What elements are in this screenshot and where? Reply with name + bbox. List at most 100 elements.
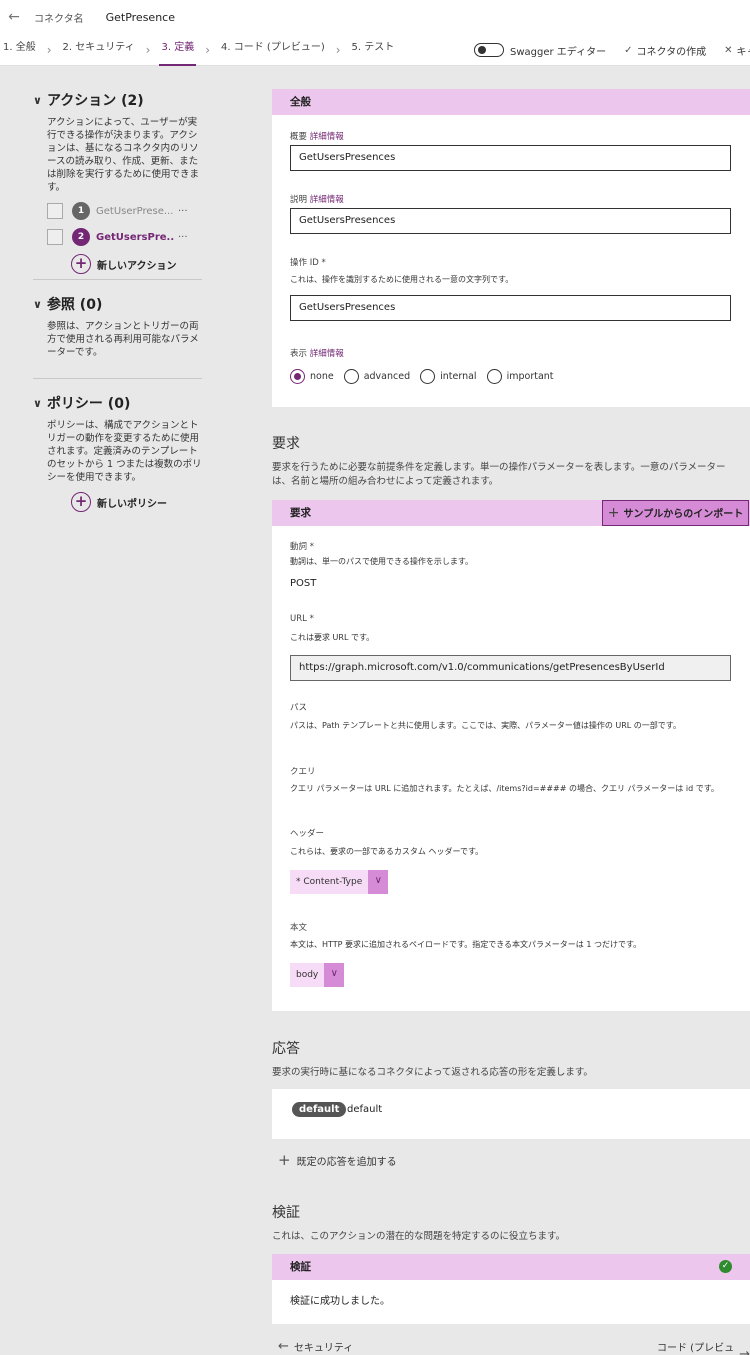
plus-circle-icon: + — [71, 254, 91, 274]
response-title: 応答 — [272, 1041, 300, 1057]
request-title: 要求 — [272, 436, 300, 452]
swagger-editor-label[interactable]: Swagger エディター — [510, 43, 606, 58]
toolbar: Swagger エディター ✓コネクタの作成 ✕キャンセル — [474, 34, 750, 66]
step-security[interactable]: 2. セキュリティ — [61, 34, 137, 66]
action-item-selected[interactable]: 2 GetUsersPre... ··· — [33, 228, 202, 246]
header-param-label: * Content-Type — [290, 870, 369, 894]
url-label: URL * — [290, 614, 314, 624]
general-header: 全般 — [272, 89, 750, 115]
policies-description: ポリシーは、構成でアクションとトリガーの動作を変更するために使用されます。定義済… — [47, 420, 202, 483]
visibility-none-radio[interactable]: none — [290, 369, 334, 384]
actions-description: アクションによって、ユーザーが実行できる操作が決まります。アクションは、基になる… — [47, 117, 200, 193]
body-help: 本文は、HTTP 要求に追加されるペイロードです。指定できる本文パラメーターは … — [290, 940, 642, 949]
visibility-advanced-radio[interactable]: advanced — [343, 369, 410, 384]
close-icon: ✕ — [724, 44, 733, 56]
create-connector-button[interactable]: ✓ コネクタの作成 — [624, 43, 706, 58]
action-label: GetUserPrese... — [96, 205, 174, 217]
cancel-label: キャンセル — [736, 46, 750, 58]
learn-more-link[interactable]: 詳細情報 — [310, 195, 344, 205]
references-title: 参照 (0) — [46, 297, 103, 313]
new-policy-button[interactable]: + 新しいポリシー — [33, 492, 202, 512]
default-response-text: default — [347, 1104, 383, 1115]
references-description: 参照は、アクションとトリガーの両方で使用される再利用可能なパラメーターです。 — [47, 321, 199, 358]
more-icon[interactable]: ··· — [178, 206, 188, 217]
chevron-down-icon: ∨ — [324, 963, 345, 987]
response-card: default default — [272, 1089, 750, 1139]
url-help: これは要求 URL です。 — [290, 633, 375, 642]
description-label: 説明 詳細情報 — [290, 195, 344, 205]
chevron-right-icon: › — [205, 43, 211, 57]
body-param-dropdown[interactable]: body ∨ — [290, 963, 345, 987]
actions-section: ∨ アクション (2) アクションによって、ユーザーが実行できる操作が決まります。… — [33, 90, 202, 274]
more-icon[interactable]: ··· — [178, 232, 188, 243]
references-section: ∨ 参照 (0) 参照は、アクションとトリガーの両方で使用される再利用可能なパラメ… — [33, 294, 202, 359]
policies-header[interactable]: ∨ ポリシー (0) — [33, 393, 202, 413]
create-connector-label: コネクタの作成 — [636, 46, 707, 58]
next-code-button[interactable]: コード (プレビュー)→ — [657, 1339, 750, 1355]
path-label: パス — [290, 703, 308, 713]
general-card: 全般 概要 詳細情報 GetUsersPresences 説明 詳細情報 Get… — [272, 89, 750, 407]
description-input[interactable]: GetUsersPresences — [290, 208, 731, 234]
chevron-down-icon: ∨ — [33, 93, 42, 107]
header-param-dropdown[interactable]: * Content-Type ∨ — [290, 870, 389, 894]
sidebar: ∨ アクション (2) アクションによって、ユーザーが実行できる操作が決まります。… — [0, 66, 255, 1355]
action-checkbox[interactable] — [47, 203, 63, 219]
chevron-right-icon: › — [46, 43, 52, 57]
references-header[interactable]: ∨ 参照 (0) — [33, 294, 202, 314]
request-card: 要求 + サンプルからのインポート 動詞 * 動詞は、単一のパスで使用できる操作を… — [272, 500, 750, 1011]
summary-label: 概要 詳細情報 — [290, 132, 344, 142]
arrow-right-icon: → — [739, 1346, 750, 1355]
actions-header[interactable]: ∨ アクション (2) — [33, 90, 202, 110]
response-description: 要求の実行時に基になるコネクタによって返される応答の形を定義します。 — [272, 1067, 593, 1078]
action-label: GetUsersPre... — [96, 231, 174, 243]
swagger-toggle[interactable] — [474, 43, 504, 57]
validation-card: 検証 ✓ 検証に成功しました。 — [272, 1254, 750, 1324]
step-general[interactable]: 1. 全般 — [1, 34, 38, 66]
wizard-steps: 1. 全般 › 2. セキュリティ › 3. 定義 › 4. コード (プレビュ… — [0, 34, 396, 66]
headers-label: ヘッダー — [290, 829, 325, 839]
plus-icon: + — [607, 505, 620, 521]
query-help: クエリ パラメーターは URL に追加されます。たとえば、/items?id=#… — [290, 784, 719, 793]
verb-label: 動詞 * — [290, 542, 314, 552]
learn-more-link[interactable]: 詳細情報 — [310, 349, 344, 359]
check-icon: ✓ — [624, 44, 633, 56]
default-response-badge[interactable]: default — [292, 1102, 347, 1117]
operation-id-input[interactable]: GetUsersPresences — [290, 295, 731, 321]
import-from-sample-button[interactable]: + サンプルからのインポート — [602, 500, 749, 526]
step-definition[interactable]: 3. 定義 — [159, 34, 197, 66]
new-action-button[interactable]: + 新しいアクション — [33, 254, 202, 274]
prev-security-button[interactable]: ← セキュリティ — [278, 1339, 353, 1354]
visibility-label: 表示 詳細情報 — [290, 349, 344, 359]
headers-help: これらは、要求の一部であるカスタム ヘッダーです。 — [290, 847, 484, 856]
visibility-radio-group: none advanced internal important — [290, 369, 564, 384]
step-code[interactable]: 4. コード (プレビュー) — [219, 34, 327, 66]
action-item[interactable]: 1 GetUserPrese... ··· — [33, 202, 202, 220]
policies-title: ポリシー (0) — [46, 396, 131, 412]
add-default-response-button[interactable]: + 既定の応答を追加する — [278, 1151, 397, 1169]
check-circle-icon: ✓ — [719, 1260, 732, 1273]
request-description: 要求を行うために必要な前提条件を定義します。単一の操作パラメーターを表します。一… — [272, 462, 726, 487]
arrow-left-icon: ← — [278, 1339, 289, 1354]
visibility-internal-radio[interactable]: internal — [420, 369, 477, 384]
action-number: 1 — [72, 202, 90, 220]
actions-title: アクション (2) — [46, 93, 144, 109]
verb-help: 動詞は、単一のパスで使用できる操作を示します。 — [290, 557, 474, 566]
plus-icon: + — [278, 1151, 291, 1169]
back-arrow-icon[interactable]: ← — [2, 9, 26, 25]
body-param-label: body — [290, 963, 325, 987]
connector-name[interactable]: GetPresence — [106, 11, 175, 24]
action-checkbox[interactable] — [47, 229, 63, 245]
connector-name-label: コネクタ名 — [34, 13, 84, 25]
cancel-button[interactable]: ✕キャンセル — [724, 43, 750, 58]
new-policy-label: 新しいポリシー — [97, 498, 167, 510]
step-test[interactable]: 5. テスト — [350, 34, 397, 66]
url-input[interactable]: https://graph.microsoft.com/v1.0/communi… — [290, 655, 731, 681]
policies-section: ∨ ポリシー (0) ポリシーは、構成でアクションとトリガーの動作を変更するために… — [33, 393, 202, 512]
visibility-important-radio[interactable]: important — [486, 369, 554, 384]
body-label: 本文 — [290, 923, 308, 933]
learn-more-link[interactable]: 詳細情報 — [310, 132, 344, 142]
summary-input[interactable]: GetUsersPresences — [290, 145, 731, 171]
chevron-down-icon: ∨ — [33, 297, 42, 311]
validation-result: 検証に成功しました。 — [290, 1296, 390, 1307]
divider — [33, 279, 202, 280]
